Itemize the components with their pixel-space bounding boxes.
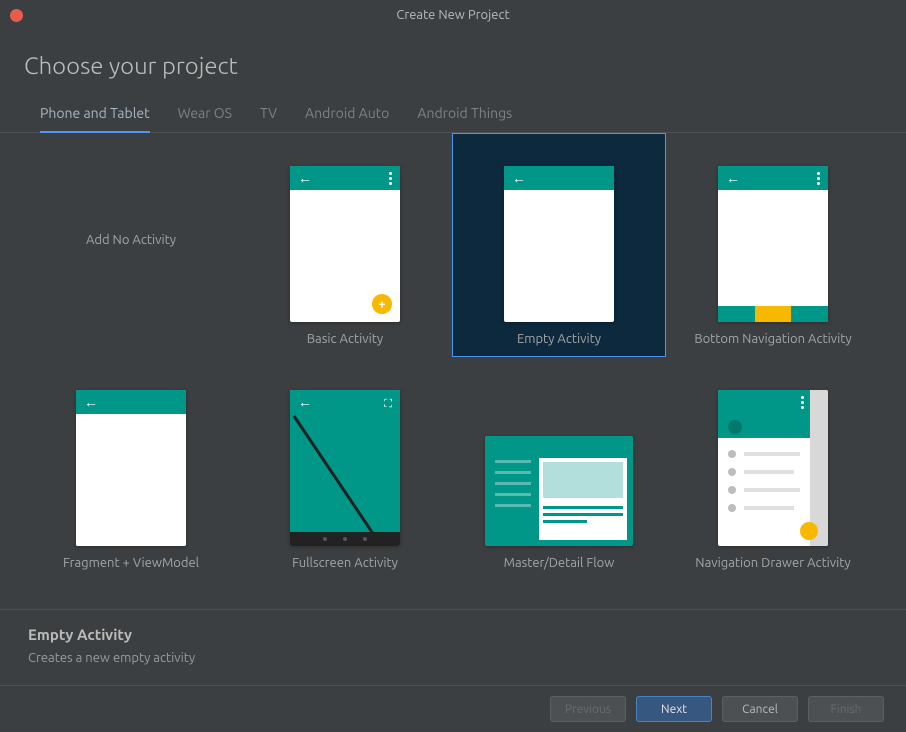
template-basic-activity[interactable]: ← + Basic Activity xyxy=(238,133,452,357)
avatar-icon xyxy=(728,420,742,434)
template-label: Master/Detail Flow xyxy=(504,556,615,570)
content-area: Choose your project Phone and Tablet Wea… xyxy=(0,30,906,732)
fab-icon: + xyxy=(372,294,392,314)
titlebar: Create New Project xyxy=(0,0,906,30)
back-arrow-icon: ← xyxy=(298,394,312,410)
template-label: Fullscreen Activity xyxy=(292,556,398,570)
finish-button[interactable]: Finish xyxy=(808,696,884,722)
template-label: Add No Activity xyxy=(86,233,176,247)
expand-icon: ⛶ xyxy=(384,398,392,411)
tab-bar: Phone and Tablet Wear OS TV Android Auto… xyxy=(0,97,906,133)
template-bottom-nav[interactable]: ← Bottom Navigation Activity xyxy=(666,133,880,357)
back-arrow-icon: ← xyxy=(84,394,98,410)
template-fullscreen[interactable]: ← ⛶ Fullscreen Activity xyxy=(238,357,452,581)
overflow-icon xyxy=(817,172,820,185)
thumb-appbar: ← xyxy=(76,390,186,414)
tab-phone-tablet[interactable]: Phone and Tablet xyxy=(40,97,150,133)
previous-button[interactable]: Previous xyxy=(550,696,626,722)
diagonal-line-icon xyxy=(290,414,400,546)
tab-tv[interactable]: TV xyxy=(260,97,277,133)
thumb-appbar: ← xyxy=(718,166,828,190)
cancel-button[interactable]: Cancel xyxy=(722,696,798,722)
template-thumb xyxy=(485,436,633,546)
template-label: Basic Activity xyxy=(307,332,383,346)
next-button[interactable]: Next xyxy=(636,696,712,722)
thumb-appbar: ← xyxy=(504,166,614,190)
template-thumb: ← + xyxy=(290,166,400,322)
footer-buttons: Previous Next Cancel Finish xyxy=(0,685,906,732)
back-arrow-icon: ← xyxy=(726,170,740,186)
template-label: Bottom Navigation Activity xyxy=(694,332,851,346)
template-grid: Add No Activity ← + Basic Activity xyxy=(24,133,894,581)
template-grid-scroll[interactable]: Add No Activity ← + Basic Activity xyxy=(24,133,894,609)
master-list-icon xyxy=(495,460,531,507)
description-title: Empty Activity xyxy=(28,626,878,643)
template-fragment-viewmodel[interactable]: ← Fragment + ViewModel xyxy=(24,357,238,581)
template-thumb: ← xyxy=(718,166,828,322)
back-arrow-icon: ← xyxy=(298,170,312,186)
master-detail-icon xyxy=(539,458,627,540)
tab-android-things[interactable]: Android Things xyxy=(417,97,512,133)
template-label: Empty Activity xyxy=(517,332,601,346)
thumb-appbar: ← ⛶ xyxy=(290,390,400,414)
bottom-nav-icon xyxy=(718,306,828,322)
template-thumb: ← xyxy=(76,390,186,546)
back-arrow-icon: ← xyxy=(512,170,526,186)
template-no-activity[interactable]: Add No Activity xyxy=(24,133,238,357)
template-thumb xyxy=(718,390,828,546)
tab-android-auto[interactable]: Android Auto xyxy=(305,97,389,133)
fab-icon xyxy=(800,522,818,540)
dialog-window: Create New Project Choose your project P… xyxy=(0,0,906,732)
template-label: Fragment + ViewModel xyxy=(63,556,199,570)
drawer-list-icon xyxy=(718,442,810,546)
description-text: Creates a new empty activity xyxy=(28,651,878,665)
window-title: Create New Project xyxy=(0,8,906,22)
system-nav-icon xyxy=(290,532,400,546)
description-panel: Empty Activity Creates a new empty activ… xyxy=(0,609,906,685)
overflow-icon xyxy=(389,172,392,185)
overflow-icon xyxy=(801,396,804,409)
template-master-detail[interactable]: Master/Detail Flow xyxy=(452,357,666,581)
tab-wear-os[interactable]: Wear OS xyxy=(178,97,232,133)
template-nav-drawer[interactable]: Navigation Drawer Activity xyxy=(666,357,880,581)
fullscreen-body xyxy=(290,414,400,546)
template-label: Navigation Drawer Activity xyxy=(695,556,850,570)
thumb-appbar: ← xyxy=(290,166,400,190)
template-empty-activity[interactable]: ← Empty Activity xyxy=(452,133,666,357)
page-title: Choose your project xyxy=(0,50,906,97)
template-thumb: ← ⛶ xyxy=(290,390,400,546)
template-thumb: ← xyxy=(504,166,614,322)
